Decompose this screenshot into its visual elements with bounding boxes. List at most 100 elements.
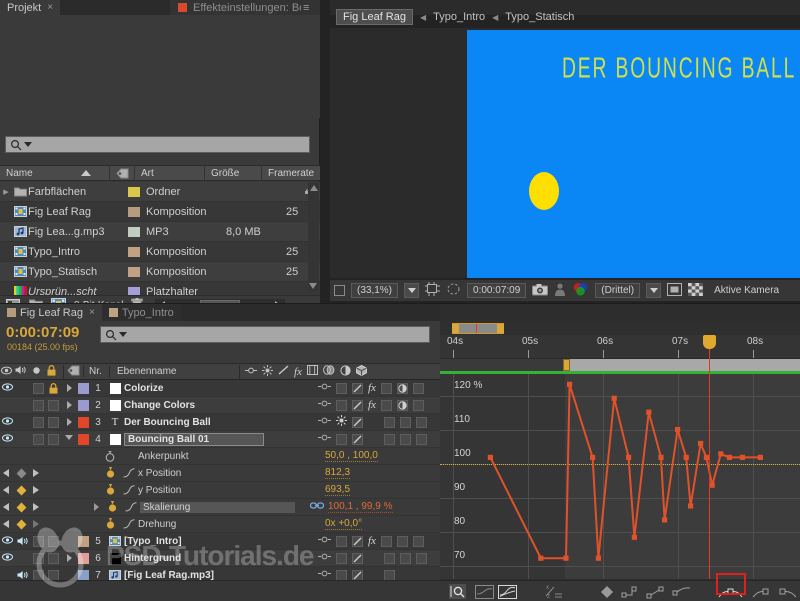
frame-blend-toggle[interactable] (381, 400, 392, 411)
close-icon[interactable]: × (89, 307, 95, 318)
lock-toggle[interactable] (45, 434, 62, 445)
timeline-search-input[interactable] (100, 326, 430, 343)
audio-icon[interactable] (15, 570, 31, 580)
navigator-work-area[interactable] (452, 323, 504, 334)
column-layername-label[interactable]: Ebenenname (109, 366, 239, 377)
keyframe-indicator-icon[interactable] (12, 521, 30, 528)
motion-blur-toggle[interactable] (397, 400, 408, 411)
quality-toggle[interactable] (352, 417, 363, 428)
keyframe-diamond-icon[interactable] (600, 584, 614, 599)
link-constrain-icon[interactable] (310, 501, 324, 513)
work-area-bar[interactable] (440, 359, 800, 371)
keyframe-toggle-icon[interactable] (12, 470, 30, 477)
quality-toggle[interactable] (352, 434, 363, 445)
parent-pick-whip-icon[interactable] (318, 535, 331, 547)
channel-icon[interactable] (572, 282, 589, 299)
label-color-swatch[interactable] (128, 187, 140, 197)
collapse-toggle[interactable] (336, 383, 347, 394)
layer-label-color[interactable] (76, 383, 90, 394)
quality-toggle[interactable] (352, 570, 363, 581)
solo-toggle[interactable] (31, 400, 45, 411)
next-keyframe-icon[interactable] (30, 486, 42, 494)
navigator-handle-left[interactable] (452, 324, 459, 333)
graph-editor-icon[interactable] (120, 485, 138, 495)
adjustment-toggle[interactable] (413, 536, 424, 547)
column-framerate[interactable]: Framerate (262, 165, 320, 181)
eye-icon[interactable] (0, 417, 15, 427)
graph-editor[interactable]: 04s 05s 06s 07s 08s (440, 321, 800, 579)
collapse-toggle[interactable] (336, 553, 347, 564)
property-row-ankerpunkt[interactable]: Ankerpunkt 50,0 , 100,0 (0, 448, 440, 465)
keyframe-indicator-icon[interactable] (12, 504, 30, 511)
property-disclosure-icon[interactable] (90, 503, 102, 511)
label-color-swatch[interactable] (128, 227, 140, 237)
frame-blend-toggle[interactable] (384, 417, 395, 428)
effects-toggle[interactable]: fx (368, 535, 376, 547)
current-timecode[interactable]: 0:00:07:09 (6, 324, 79, 341)
navigator-handle-right[interactable] (497, 324, 504, 333)
property-value[interactable]: 50,0 , 100,0 (325, 450, 378, 462)
audio-icon[interactable] (15, 536, 31, 546)
layer-disclosure-icon[interactable] (62, 401, 76, 409)
chevron-down-icon[interactable] (24, 142, 32, 147)
active-camera-label[interactable]: Aktive Kamera (709, 283, 784, 298)
layer-row-5[interactable]: 5 [Typo_Intro] fx (0, 533, 440, 550)
quality-toggle[interactable] (352, 536, 363, 547)
transparency-grid-icon[interactable] (688, 283, 703, 299)
toggle-view-layout-icon[interactable] (667, 283, 682, 299)
work-area-start-handle[interactable] (563, 359, 570, 371)
motion-blur-toggle[interactable] (400, 553, 411, 564)
lock-toggle[interactable] (45, 383, 62, 394)
lock-toggle[interactable] (45, 536, 62, 547)
motion-blur-toggle[interactable] (397, 536, 408, 547)
show-reference-graph-icon[interactable] (475, 584, 494, 599)
project-row-0[interactable]: ▶ Farbflächen Ordner (0, 182, 320, 202)
stopwatch-icon-active[interactable] (100, 484, 120, 496)
layer-disclosure-icon[interactable] (62, 418, 76, 426)
layer-disclosure-icon[interactable] (62, 554, 76, 562)
motion-blur-toggle[interactable] (400, 434, 411, 445)
project-row-3[interactable]: Typo_Intro Komposition 25 (0, 242, 320, 262)
property-value[interactable]: 812,3 (325, 467, 350, 479)
layer-row-4[interactable]: 4 Bouncing Ball 01 (0, 431, 440, 448)
keyframe-indicator-icon[interactable] (12, 487, 30, 494)
graph-editor-icon[interactable] (120, 468, 138, 478)
breadcrumb-item-typo-statisch[interactable]: Typo_Statisch (505, 11, 574, 23)
prev-keyframe-icon[interactable] (0, 520, 12, 528)
next-keyframe-icon[interactable] (30, 469, 42, 477)
mask-visibility-icon[interactable] (446, 282, 461, 299)
solo-toggle[interactable] (31, 383, 45, 394)
layer-row-3[interactable]: 3 T Der Bouncing Ball (0, 414, 440, 431)
layer-name[interactable]: [Fig Leaf Rag.mp3] (124, 570, 214, 581)
solo-toggle[interactable] (31, 536, 45, 547)
adjustment-toggle[interactable] (416, 417, 427, 428)
frame-blend-toggle[interactable] (384, 553, 395, 564)
layer-name[interactable]: Der Bouncing Ball (124, 417, 211, 428)
zoom-dropdown-icon[interactable] (404, 283, 419, 298)
project-vertical-scrollbar[interactable] (308, 182, 319, 292)
adjustment-toggle[interactable] (413, 400, 424, 411)
easy-ease-out-icon[interactable] (777, 584, 797, 599)
layer-label-color[interactable] (76, 417, 90, 428)
layer-name[interactable]: Change Colors (124, 400, 195, 411)
prev-keyframe-icon[interactable] (0, 486, 12, 494)
layer-row-1[interactable]: 1 Colorize fx (0, 380, 440, 397)
collapse-toggle[interactable] (336, 536, 347, 547)
graph-type-icon[interactable] (449, 584, 466, 599)
layer-name[interactable]: [Typo_Intro] (124, 536, 182, 547)
graph-editor-icon[interactable] (120, 519, 138, 529)
resolution-value[interactable]: (Drittel) (595, 283, 640, 298)
eye-icon[interactable] (0, 553, 15, 563)
parent-pick-whip-icon[interactable] (318, 399, 331, 411)
chevron-down-icon[interactable] (119, 332, 127, 337)
adjustment-toggle[interactable] (416, 434, 427, 445)
property-row-skalierung[interactable]: Skalierung 100,1 , 99,9 % (0, 499, 440, 516)
tab-projekt[interactable]: Projekt × (0, 0, 60, 15)
frame-blend-toggle[interactable] (381, 383, 392, 394)
disclosure-triangle-icon[interactable]: ▶ (0, 188, 12, 196)
quality-toggle[interactable] (352, 383, 363, 394)
column-number-label[interactable]: Nr. (83, 366, 109, 377)
effects-toggle[interactable]: fx (368, 399, 376, 411)
parent-pick-whip-icon[interactable] (318, 433, 331, 445)
snapshot-icon[interactable] (532, 283, 548, 299)
